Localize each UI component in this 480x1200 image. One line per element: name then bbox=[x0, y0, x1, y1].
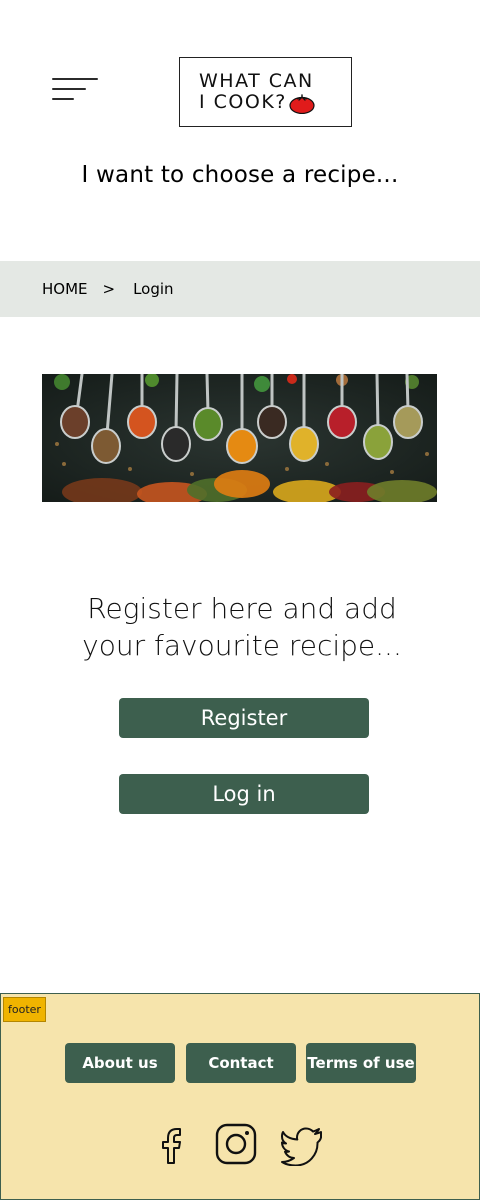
hamburger-menu-icon[interactable] bbox=[52, 76, 100, 108]
about-us-button[interactable]: About us bbox=[65, 1043, 175, 1083]
footer-tag: footer bbox=[3, 997, 46, 1022]
contact-button[interactable]: Contact bbox=[186, 1043, 296, 1083]
twitter-icon[interactable] bbox=[281, 1122, 325, 1166]
logo-line1: WHAT CAN bbox=[199, 69, 314, 92]
register-prompt: Register here and add your favourite rec… bbox=[0, 590, 480, 664]
logo-line2: I COOK? bbox=[199, 91, 287, 113]
login-button[interactable]: Log in bbox=[119, 774, 369, 814]
breadcrumb: HOME > Login bbox=[0, 261, 480, 317]
site-logo[interactable]: WHAT CAN I COOK? bbox=[179, 57, 352, 127]
footer: footer About us Contact Terms of use bbox=[0, 993, 480, 1200]
page-tagline: I want to choose a recipe... bbox=[81, 162, 399, 188]
breadcrumb-current: Login bbox=[133, 280, 174, 298]
register-button[interactable]: Register bbox=[119, 698, 369, 738]
breadcrumb-separator: > bbox=[102, 280, 116, 298]
register-prompt-line1: Register here and add bbox=[87, 592, 397, 625]
tomato-icon bbox=[289, 93, 315, 114]
facebook-icon[interactable] bbox=[151, 1122, 195, 1166]
spices-hero-image bbox=[42, 374, 437, 502]
breadcrumb-home-link[interactable]: HOME bbox=[42, 280, 88, 298]
instagram-icon[interactable] bbox=[214, 1122, 258, 1166]
register-prompt-line2: your favourite recipe... bbox=[82, 629, 402, 662]
terms-of-use-button[interactable]: Terms of use bbox=[306, 1043, 416, 1083]
